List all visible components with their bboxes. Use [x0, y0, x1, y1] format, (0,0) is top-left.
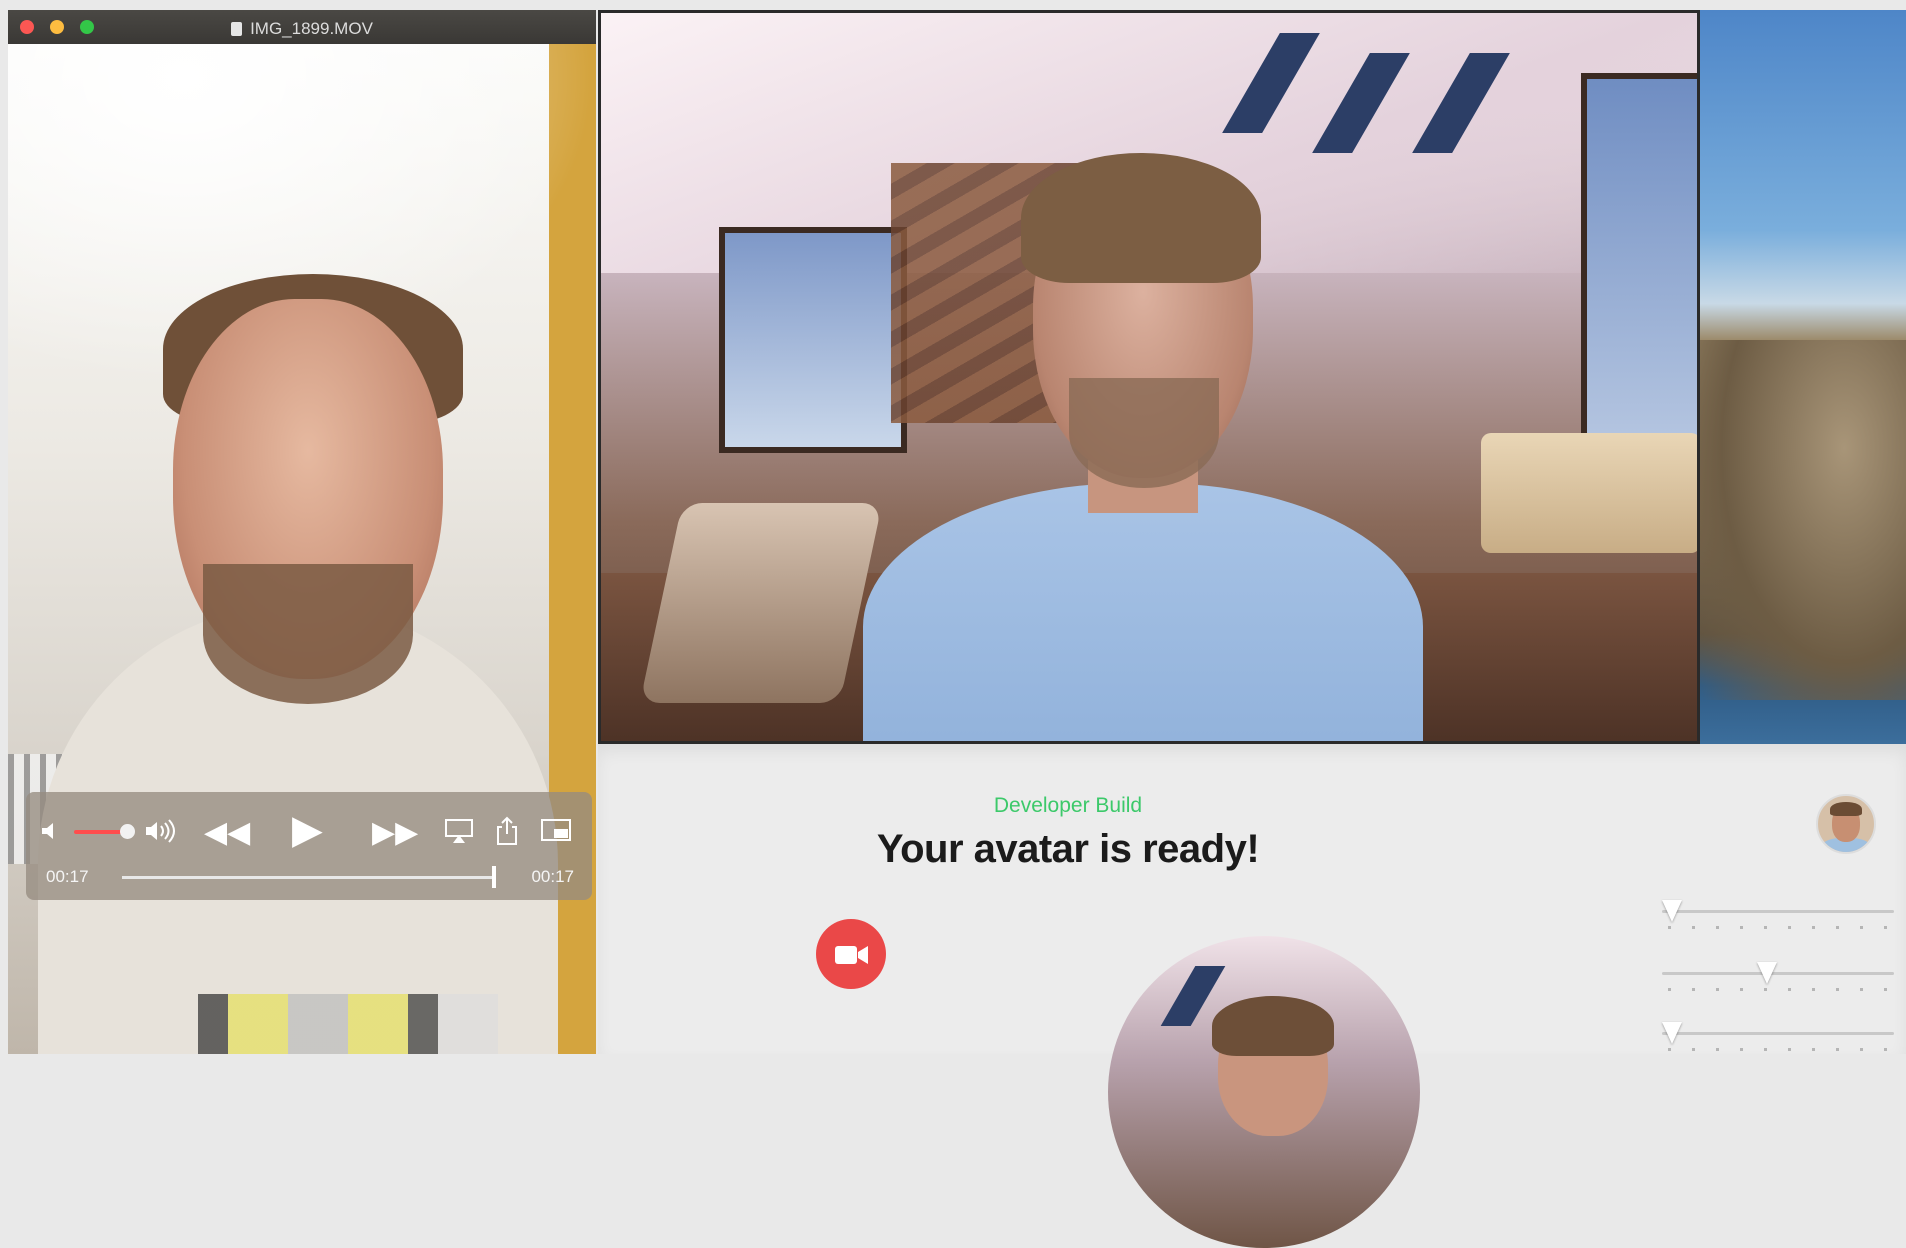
- avatar-hair: [1021, 153, 1261, 283]
- adjustment-slider-3[interactable]: [1662, 1022, 1894, 1056]
- speaker-high-icon[interactable]: [144, 818, 176, 844]
- developer-build-label: Developer Build: [993, 794, 1143, 817]
- airplay-icon[interactable]: [444, 818, 474, 844]
- video-camera-icon: [835, 946, 868, 964]
- avatar-preview-thumbnail[interactable]: [1108, 936, 1420, 1248]
- video-frame[interactable]: [8, 44, 596, 1054]
- slider-knob[interactable]: [1757, 962, 1778, 984]
- preview-avatar-hair: [1212, 996, 1334, 1056]
- record-video-button[interactable]: [816, 919, 886, 989]
- scrubber-track[interactable]: [122, 876, 496, 879]
- slider-ticks: [1668, 1048, 1890, 1051]
- avatar-render-view[interactable]: [598, 10, 1700, 744]
- video-person-beard: [203, 564, 413, 704]
- avatar-beard: [1069, 378, 1219, 488]
- total-time: 00:17: [531, 867, 574, 886]
- playback-controls: ◀◀ ▶ ▶▶ 00:17 00:17: [26, 792, 592, 900]
- title-bar[interactable]: IMG_1899.MOV: [8, 10, 596, 44]
- avatar[interactable]: [1816, 794, 1876, 854]
- room-window-left: [719, 227, 907, 453]
- slider-ticks: [1668, 988, 1890, 991]
- adjustment-slider-2[interactable]: [1662, 962, 1894, 996]
- slider-ticks: [1668, 926, 1890, 929]
- scrubber-playhead[interactable]: [492, 866, 496, 888]
- speaker-low-icon[interactable]: [40, 820, 62, 842]
- window-title: IMG_1899.MOV: [8, 19, 596, 39]
- slider-knob[interactable]: [1662, 900, 1682, 922]
- window-title-text: IMG_1899.MOV: [250, 19, 373, 38]
- room-chair: [639, 503, 883, 703]
- movie-file-icon: [231, 22, 243, 36]
- picture-in-picture-icon[interactable]: [540, 818, 572, 844]
- avatar-body: [863, 483, 1423, 741]
- fast-forward-icon[interactable]: ▶▶: [372, 818, 418, 848]
- avatar-app-panel: Developer Build Your avatar is ready!: [598, 744, 1906, 1248]
- slider-knob[interactable]: [1662, 1022, 1682, 1044]
- slider-track: [1662, 910, 1894, 913]
- desktop-wallpaper: [1700, 10, 1906, 744]
- slider-track: [1662, 1032, 1894, 1035]
- play-icon[interactable]: ▶: [292, 810, 323, 850]
- volume-slider-knob[interactable]: [120, 824, 135, 839]
- slider-track: [1662, 972, 1894, 975]
- rewind-icon[interactable]: ◀◀: [204, 818, 250, 848]
- avatar-hair: [1830, 802, 1862, 816]
- current-time: 00:17: [46, 867, 89, 886]
- quicktime-window: IMG_1899.MOV ◀◀ ▶ ▶▶ 00:17 00:17: [8, 10, 596, 1054]
- room-sofa: [1481, 433, 1697, 553]
- room-window-right: [1581, 73, 1697, 465]
- share-icon[interactable]: [494, 816, 520, 846]
- wallpaper-cliff: [1700, 340, 1906, 700]
- video-shirt-print: [198, 994, 498, 1054]
- page-title: Your avatar is ready!: [876, 827, 1260, 871]
- adjustment-slider-1[interactable]: [1662, 900, 1894, 934]
